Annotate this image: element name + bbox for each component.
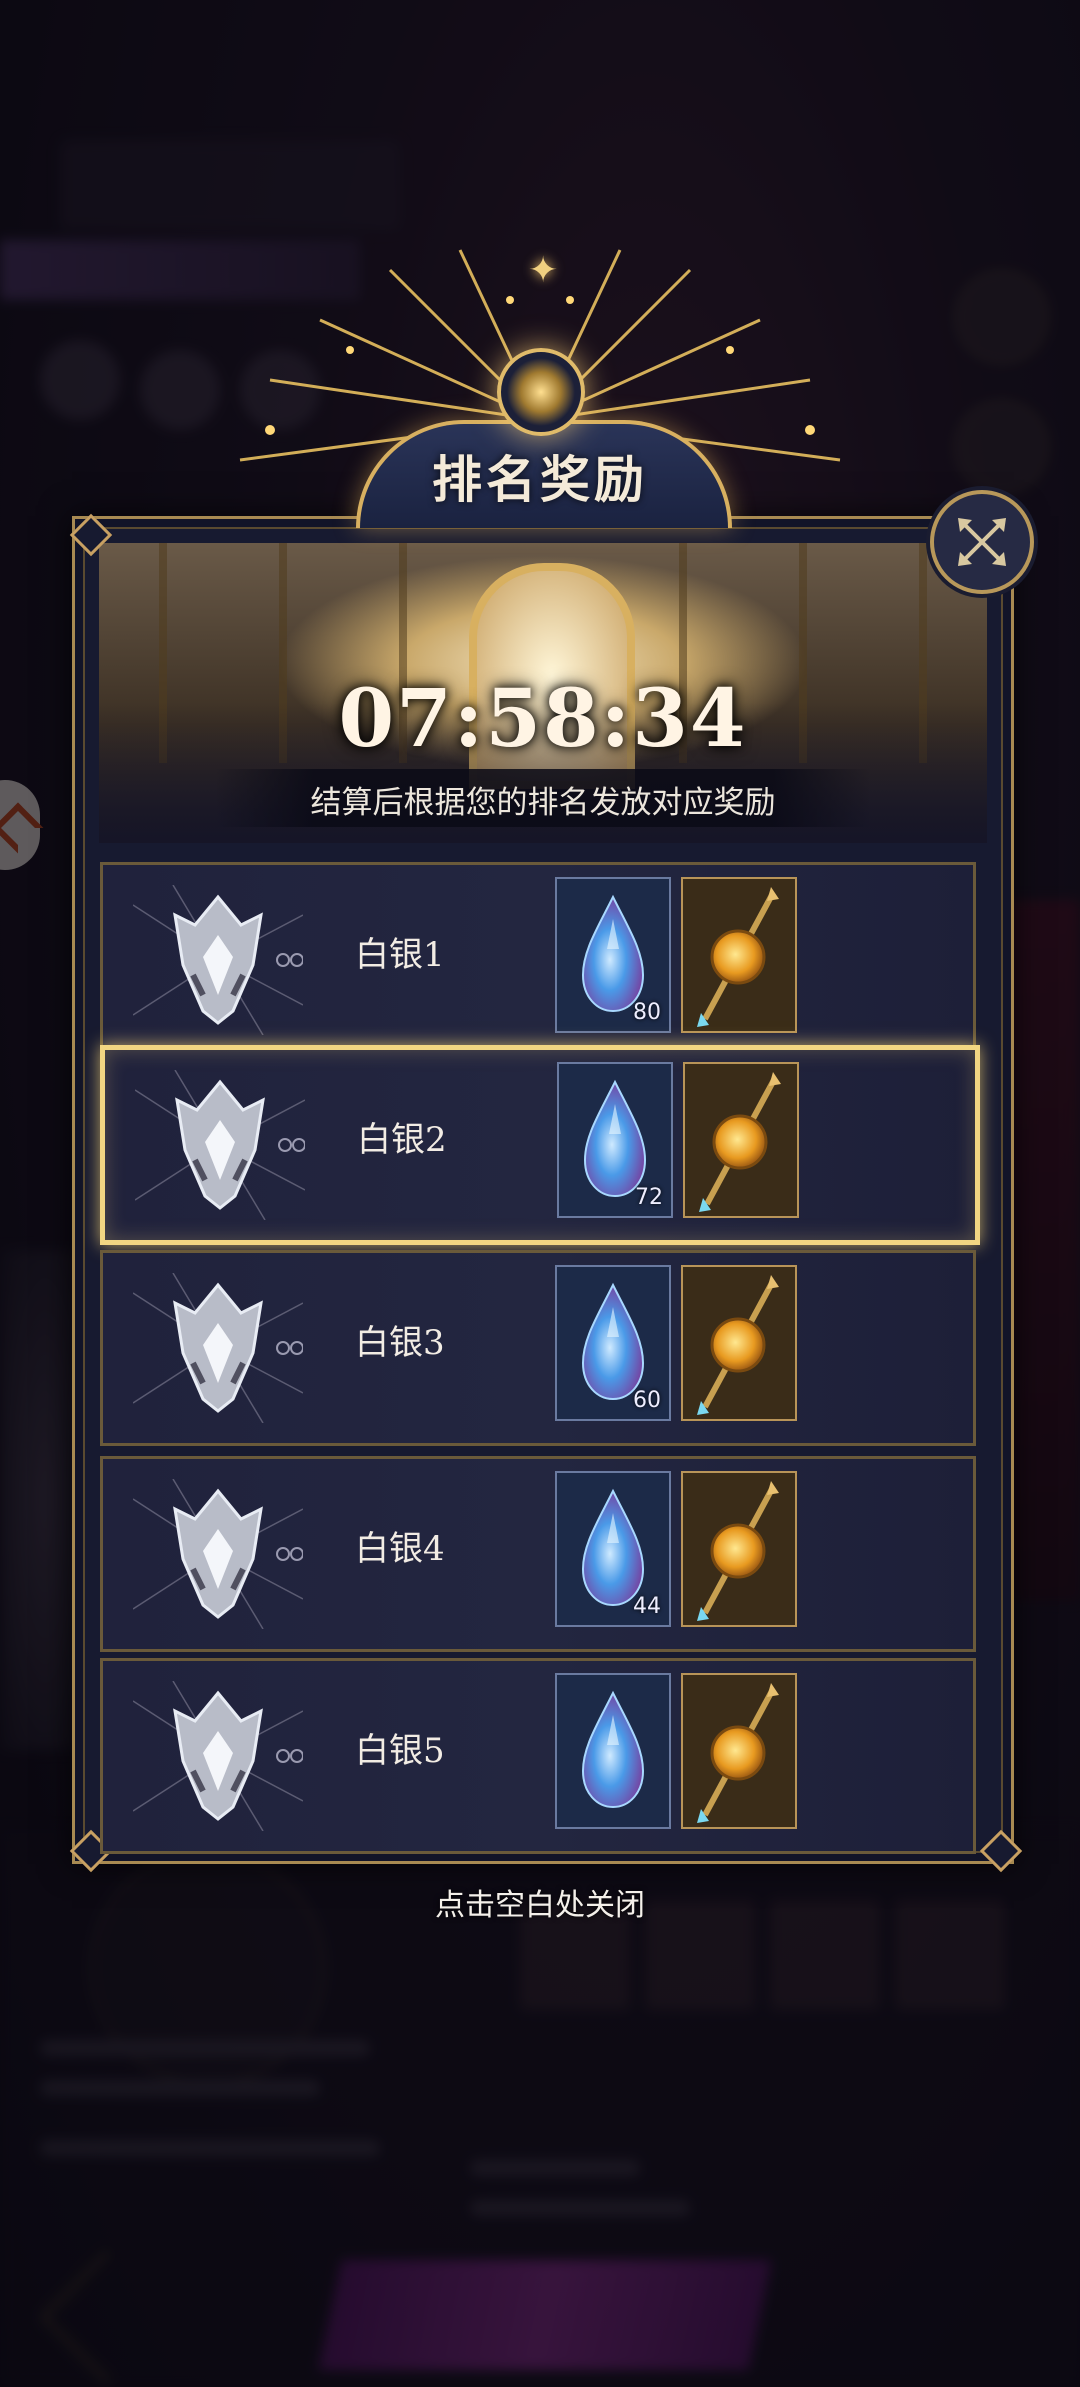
- potion-icon: [697, 1275, 779, 1415]
- potion-reward-item[interactable]: [683, 1062, 799, 1218]
- gem-icon: [581, 1690, 645, 1809]
- potion-reward-item[interactable]: [681, 1265, 797, 1421]
- gem-count: 72: [635, 1185, 663, 1210]
- rank-reward-row: 白银4 44: [100, 1456, 976, 1652]
- silver-rank-icon: [134, 1069, 306, 1221]
- gem-count: 80: [633, 1000, 661, 1025]
- rank-reward-row: 白银5: [100, 1658, 976, 1854]
- potion-reward-item[interactable]: [681, 877, 797, 1033]
- rank-label: 白银1: [355, 935, 445, 975]
- potion-reward-item[interactable]: [681, 1471, 797, 1627]
- potion-reward-item[interactable]: [681, 1673, 797, 1829]
- moon-emblem-icon: [497, 348, 585, 436]
- gem-count: 60: [633, 1388, 661, 1413]
- gem-reward-item[interactable]: 44: [555, 1471, 671, 1627]
- rank-reward-row: 白银3 60: [100, 1250, 976, 1446]
- rank-emblem-icon: [134, 1069, 306, 1221]
- silver-rank-icon: [132, 1272, 304, 1424]
- gem-reward-item[interactable]: 80: [555, 877, 671, 1033]
- gem-reward-item[interactable]: 72: [557, 1062, 673, 1218]
- rank-emblem-icon: [132, 884, 304, 1036]
- gem-reward-item[interactable]: 60: [555, 1265, 671, 1421]
- close-button[interactable]: [930, 490, 1034, 594]
- rank-emblem-icon: [132, 1478, 304, 1630]
- potion-icon: [699, 1072, 781, 1212]
- rank-label: 白银4: [355, 1529, 445, 1569]
- rank-reward-row: 白银1 80: [100, 862, 976, 1058]
- silver-rank-icon: [132, 884, 304, 1036]
- star-icon: ✦: [528, 250, 559, 291]
- tap-to-close-hint: 点击空白处关闭: [435, 1888, 645, 1923]
- gem-reward-item[interactable]: [555, 1673, 671, 1829]
- rank-label: 白银5: [355, 1731, 445, 1771]
- subtitle: 结算后根据您的排名发放对应奖励: [310, 785, 776, 821]
- page-title: 排名奖励: [432, 450, 648, 509]
- close-icon: [958, 518, 1006, 566]
- rank-label: 白银3: [355, 1323, 445, 1363]
- silver-rank-icon: [132, 1680, 304, 1832]
- rank-label: 白银2: [357, 1120, 447, 1160]
- rank-emblem-icon: [132, 1680, 304, 1832]
- potion-icon: [697, 887, 779, 1027]
- potion-icon: [697, 1683, 779, 1823]
- rank-reward-row: 白银2 72: [100, 1045, 980, 1245]
- rank-emblem-icon: [132, 1272, 304, 1424]
- gem-count: 44: [633, 1594, 661, 1619]
- silver-rank-icon: [132, 1478, 304, 1630]
- countdown-timer: 07:58:34: [338, 671, 748, 765]
- potion-icon: [697, 1481, 779, 1621]
